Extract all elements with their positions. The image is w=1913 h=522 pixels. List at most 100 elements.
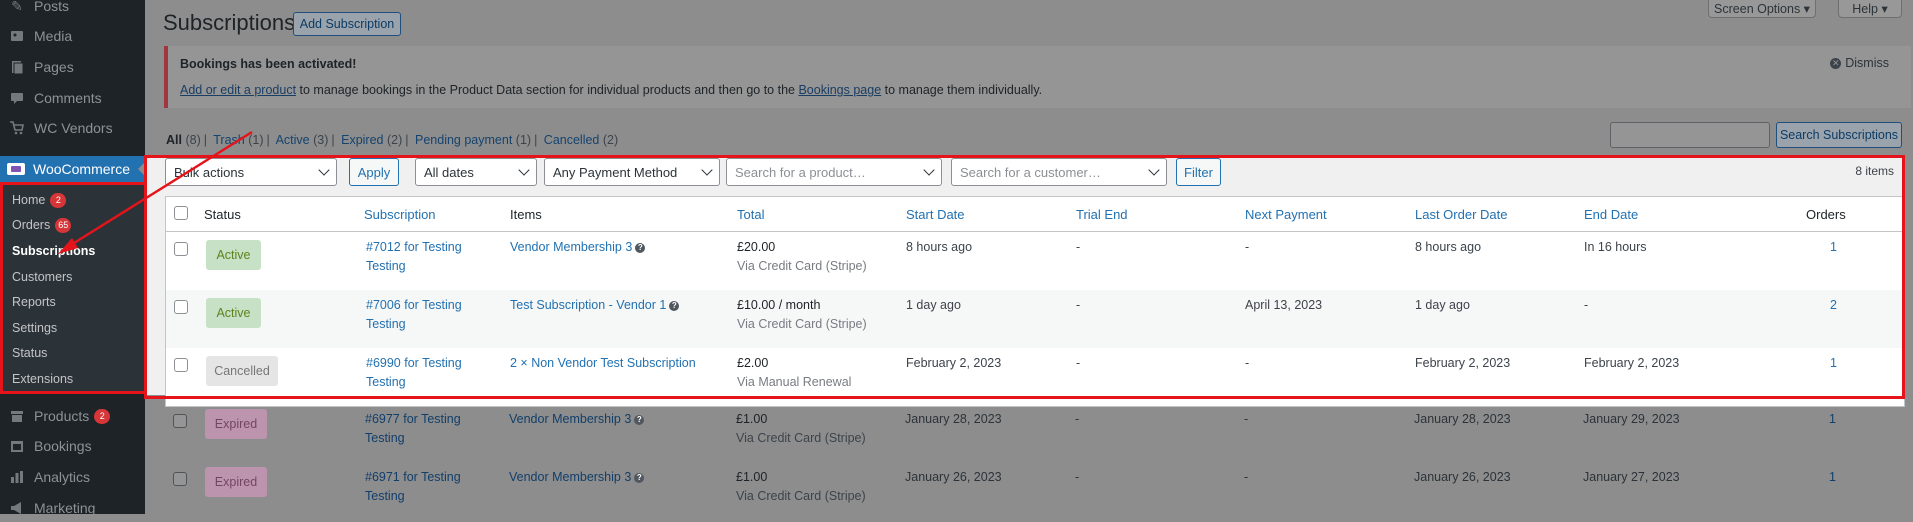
sidebar-item-marketing[interactable]: Marketing (0, 494, 145, 522)
submenu-item-home[interactable]: Home 2 (12, 189, 67, 211)
submenu-item-subscriptions[interactable]: Subscriptions (12, 240, 95, 262)
customer-link[interactable]: Testing (366, 259, 406, 273)
item-link[interactable]: Test Subscription - Vendor 1 (510, 298, 666, 312)
screen-options-button[interactable]: Screen Options ▾ (1708, 0, 1816, 18)
submenu-item-customers[interactable]: Customers (12, 266, 72, 288)
trial-end: - (1076, 356, 1081, 370)
sidebar-item-pages[interactable]: Pages (0, 53, 145, 81)
bookings-page-link[interactable]: Bookings page (798, 83, 881, 97)
last-order-date: February 2, 2023 (1415, 356, 1511, 370)
customer-search-select[interactable]: Search for a customer… (951, 158, 1167, 186)
filter-count: (3) (313, 133, 329, 147)
total-cell: £10.00 / month Via Credit Card (Stripe) (737, 296, 867, 334)
orders-count-link[interactable]: 2 (1830, 298, 1837, 312)
help-icon[interactable]: ? (635, 242, 646, 253)
orders-count-link[interactable]: 1 (1829, 470, 1836, 484)
dismiss-button[interactable]: ✕ Dismiss (1830, 56, 1889, 70)
sidebar-item-bookings[interactable]: Bookings (0, 432, 145, 460)
subscription-link[interactable]: #6971 (365, 470, 400, 484)
search-input[interactable] (1610, 122, 1770, 148)
submenu-item-reports[interactable]: Reports (12, 291, 56, 313)
filter-all[interactable]: All (8) (166, 133, 201, 147)
column-header-start-date[interactable]: Start Date (906, 207, 965, 222)
column-header-total[interactable]: Total (737, 207, 764, 222)
search-subscriptions-button[interactable]: Search Subscriptions (1776, 122, 1902, 148)
customer-link[interactable]: Testing (422, 298, 462, 312)
payment-via: Via Credit Card (Stripe) (737, 259, 867, 273)
customer-link[interactable]: Testing (422, 240, 462, 254)
add-edit-product-link[interactable]: Add or edit a product (180, 83, 296, 97)
subscription-link[interactable]: #6990 (366, 356, 401, 370)
product-search-select[interactable]: Search for a product… (726, 158, 942, 186)
total-amount: £1.00 (736, 470, 768, 484)
woocommerce-submenu: Home 2 Orders 65 Subscriptions Customers… (0, 184, 145, 392)
subscription-link[interactable]: #7012 (366, 240, 401, 254)
notice-body: Add or edit a product to manage bookings… (180, 83, 1042, 97)
filter-cancelled[interactable]: Cancelled (2) (544, 133, 618, 147)
orders-count-link[interactable]: 1 (1829, 412, 1836, 426)
column-header-next-payment[interactable]: Next Payment (1245, 207, 1327, 222)
row-checkbox[interactable] (173, 472, 187, 486)
item-link[interactable]: Vendor Membership 3 (509, 470, 631, 484)
row-checkbox[interactable] (174, 358, 188, 372)
customer-link[interactable]: Testing (366, 317, 406, 331)
orders-count-link[interactable]: 1 (1830, 240, 1837, 254)
sidebar-item-products[interactable]: Products 2 (0, 402, 145, 430)
row-checkbox[interactable] (173, 414, 187, 428)
customer-link[interactable]: Testing (366, 375, 406, 389)
sidebar-item-media[interactable]: Media (0, 22, 145, 50)
submenu-item-settings[interactable]: Settings (12, 317, 57, 339)
customer-link[interactable]: Testing (422, 356, 462, 370)
orders-count-link[interactable]: 1 (1830, 356, 1837, 370)
comment-icon (8, 90, 26, 106)
help-icon[interactable]: ? (634, 414, 645, 425)
sidebar-item-analytics[interactable]: Analytics (0, 463, 145, 491)
total-cell: £2.00 Via Manual Renewal (737, 354, 851, 392)
column-header-trial-end[interactable]: Trial End (1076, 207, 1128, 222)
sidebar-item-posts[interactable]: ✎ Posts (0, 0, 145, 20)
filter-pending-payment[interactable]: Pending payment (1) (415, 133, 531, 147)
add-subscription-button[interactable]: Add Subscription (293, 12, 401, 36)
row-checkbox[interactable] (174, 242, 188, 256)
item-link[interactable]: 2 × Non Vendor Test Subscription (510, 356, 696, 370)
bulk-actions-select[interactable]: Bulk actions (165, 158, 337, 186)
pin-icon: ✎ (11, 0, 23, 14)
customer-link[interactable]: Testing (421, 412, 461, 426)
filter-count: (2) (386, 133, 403, 147)
filter-active[interactable]: Active (3) (276, 133, 329, 147)
item-cell: Vendor Membership 3? (510, 240, 646, 254)
subscription-link[interactable]: #7006 (366, 298, 401, 312)
sidebar-item-woocommerce[interactable]: WooCommerce (0, 156, 145, 182)
item-link[interactable]: Vendor Membership 3 (510, 240, 632, 254)
submenu-item-extensions[interactable]: Extensions (12, 368, 73, 390)
sidebar-item-comments[interactable]: Comments (0, 84, 145, 112)
filter-button[interactable]: Filter (1176, 158, 1221, 186)
apply-button[interactable]: Apply (349, 158, 399, 186)
column-header-end-date[interactable]: End Date (1584, 207, 1638, 222)
customer-link[interactable]: Testing (421, 470, 461, 484)
filter-expired[interactable]: Expired (2) (341, 133, 402, 147)
sidebar-item-wc-vendors[interactable]: WC Vendors (0, 114, 145, 142)
submenu-item-status[interactable]: Status (12, 342, 47, 364)
close-icon: ✕ (1830, 57, 1842, 69)
customer-link[interactable]: Testing (365, 431, 405, 445)
column-header-subscription[interactable]: Subscription (364, 207, 436, 222)
select-placeholder: Search for a product… (735, 164, 866, 180)
payment-method-select[interactable]: Any Payment Method (544, 158, 720, 186)
total-cell: £1.00 Via Credit Card (Stripe) (736, 468, 866, 506)
subscription-link[interactable]: #6977 (365, 412, 400, 426)
help-button[interactable]: Help ▾ (1838, 0, 1902, 18)
filter-trash[interactable]: Trash (1) (213, 133, 263, 147)
help-icon[interactable]: ? (669, 300, 680, 311)
row-checkbox[interactable] (174, 300, 188, 314)
item-link[interactable]: Vendor Membership 3 (509, 412, 631, 426)
last-order-date: January 28, 2023 (1414, 412, 1511, 426)
customer-link[interactable]: Testing (365, 489, 405, 503)
select-all-checkbox[interactable] (174, 206, 188, 220)
filter-label: Pending payment (415, 133, 513, 147)
column-header-last-order-date[interactable]: Last Order Date (1415, 207, 1508, 222)
date-filter-select[interactable]: All dates (415, 158, 537, 186)
submenu-item-orders[interactable]: Orders 65 (12, 214, 72, 236)
submenu-label: Customers (12, 270, 73, 284)
help-icon[interactable]: ? (634, 472, 645, 483)
